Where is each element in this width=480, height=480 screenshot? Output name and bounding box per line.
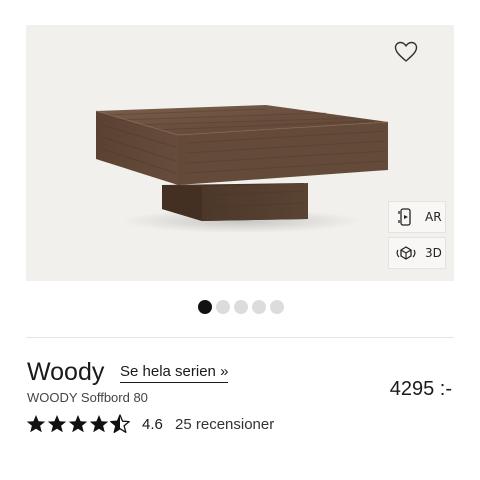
ar-view-button[interactable]: AR [388, 201, 446, 233]
half-star-icon [110, 414, 130, 433]
star-icon [89, 415, 109, 433]
product-subtitle: WOODY Soffbord 80 [27, 390, 148, 405]
3d-view-button[interactable]: 3D [388, 237, 446, 269]
ar-icon [398, 208, 411, 226]
review-count-link[interactable]: 25 recensioner [175, 416, 274, 433]
gallery-dot-3[interactable] [234, 300, 248, 314]
gallery-dot-2[interactable] [216, 300, 230, 314]
gallery-dot-1[interactable] [198, 300, 212, 314]
ar-label: AR [425, 210, 442, 224]
3d-cube-icon [396, 246, 416, 260]
heart-outline-icon [394, 41, 418, 62]
star-icon [47, 415, 67, 433]
star-icon [68, 415, 88, 433]
rating-stars [26, 414, 130, 434]
3d-label: 3D [425, 246, 442, 260]
product-image-panel[interactable]: AR 3D [26, 25, 454, 281]
favorite-button[interactable] [390, 37, 422, 67]
gallery-pagination [198, 300, 284, 314]
gallery-dot-4[interactable] [252, 300, 266, 314]
star-icon [26, 415, 46, 433]
rating-value: 4.6 [142, 416, 163, 433]
product-price: 4295 :- [389, 378, 452, 400]
product-title: Woody [27, 358, 105, 386]
gallery-dot-5[interactable] [270, 300, 284, 314]
divider [26, 337, 454, 338]
see-series-link[interactable]: Se hela serien » [120, 363, 229, 383]
